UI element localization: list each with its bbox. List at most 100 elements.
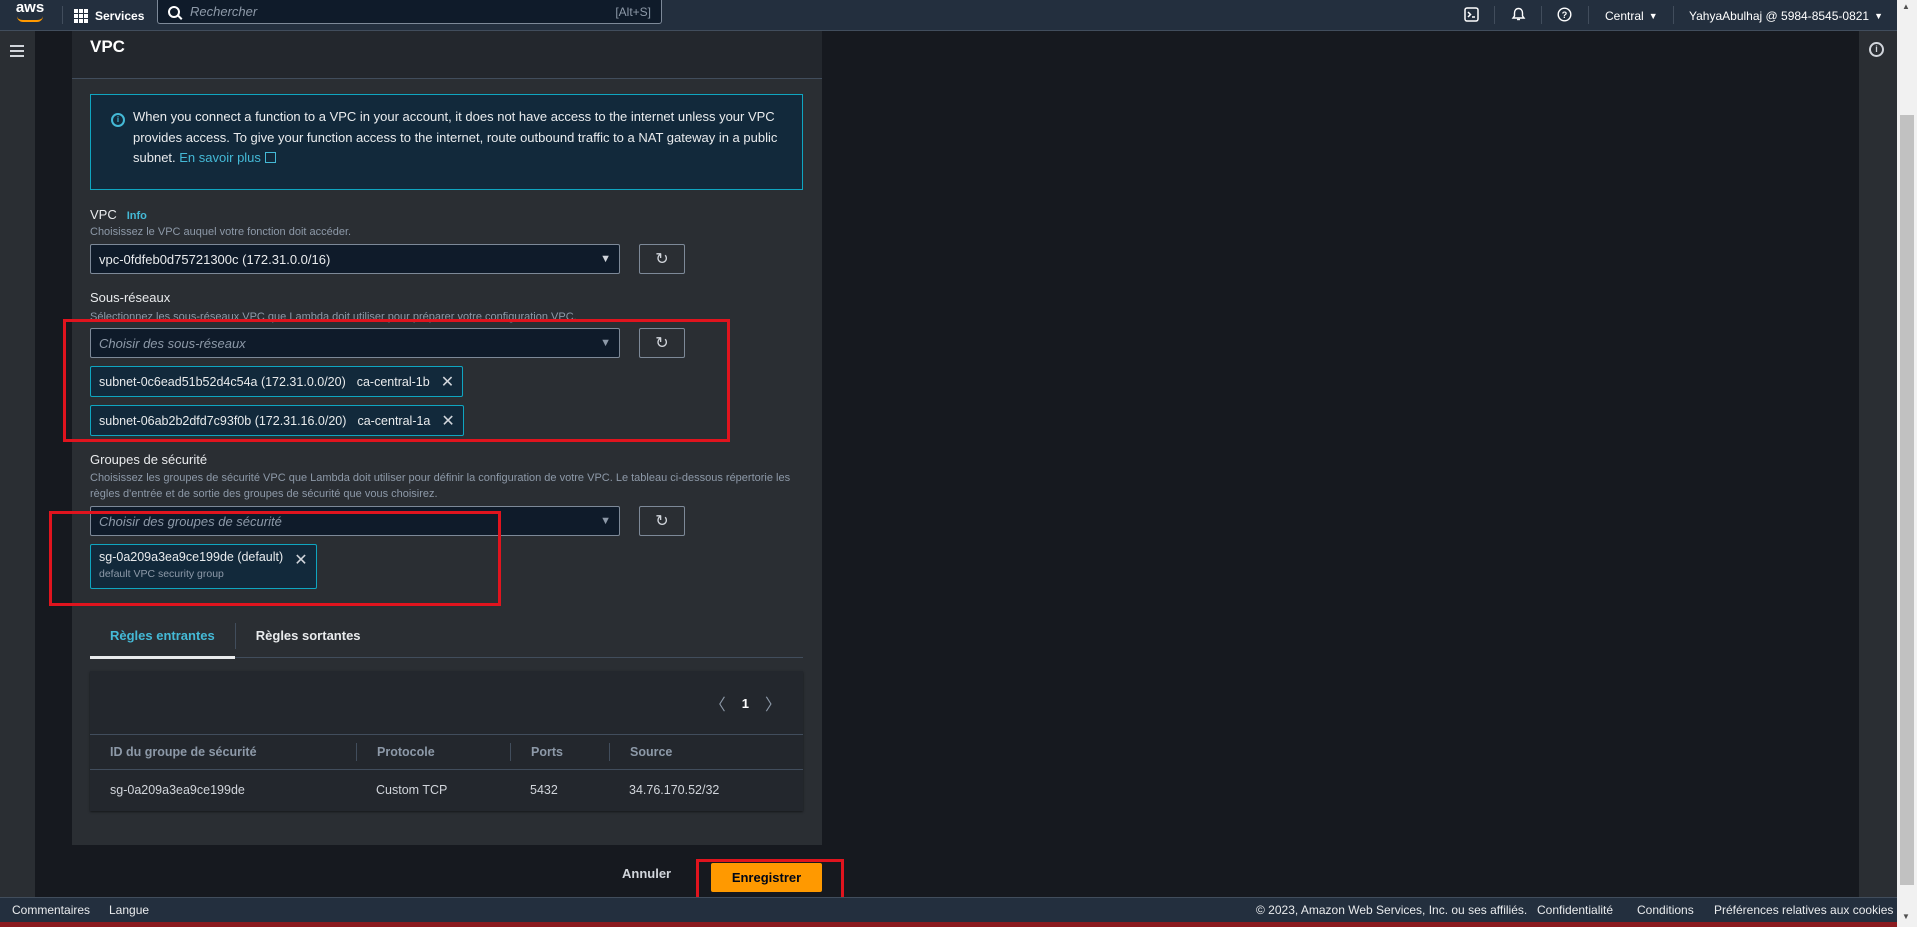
top-navigation-bar: aws Services [Alt+S] ? Central ▼ YahyaAbu… — [0, 0, 1897, 31]
bottom-strip — [0, 922, 1897, 927]
subnet-az: ca-central-1a — [357, 413, 431, 428]
vpc-label-text: VPC — [90, 207, 117, 222]
refresh-icon: ↻ — [655, 335, 669, 352]
region-selector[interactable]: Central ▼ — [1605, 0, 1658, 31]
info-link[interactable]: Info — [127, 210, 147, 222]
feedback-link[interactable]: Commentaires — [12, 903, 90, 917]
caret-down-icon: ▼ — [1874, 10, 1884, 21]
grid-icon — [74, 8, 88, 23]
security-groups-select[interactable]: Choisir des groupes de sécurité ▼ — [90, 506, 620, 536]
services-menu-button[interactable]: Services — [74, 0, 144, 31]
subnet-az: ca-central-1b — [356, 374, 430, 389]
left-navigation-rail — [0, 31, 35, 897]
cancel-button[interactable]: Annuler — [622, 866, 671, 881]
remove-token-icon[interactable]: ✕ — [294, 550, 307, 570]
subnet-id: subnet-0c6ead51b52d4c54a (172.31.0.0/20) — [99, 374, 346, 389]
table-cell: sg-0a209a3ea9ce199de — [110, 783, 245, 797]
divider — [1588, 6, 1589, 24]
subnets-field-description: Sélectionnez les sous-réseaux VPC que La… — [90, 311, 577, 323]
next-page-icon[interactable]: 〉 — [765, 691, 781, 715]
aws-smile-icon — [17, 16, 43, 22]
save-button[interactable]: Enregistrer — [711, 863, 822, 892]
learn-more-label: En savoir plus — [179, 150, 261, 165]
language-link[interactable]: Langue — [109, 903, 149, 917]
vpc-field-description: Choisissez le VPC auquel votre fonction … — [90, 226, 352, 238]
cookie-preferences-link[interactable]: Préférences relatives aux cookies — [1714, 903, 1893, 917]
account-label: YahyaAbulhaj @ 5984-8545-0821 — [1689, 8, 1870, 23]
subnets-placeholder: Choisir des sous-réseaux — [99, 335, 246, 351]
search-icon — [168, 5, 180, 18]
privacy-link[interactable]: Confidentialité — [1537, 903, 1613, 917]
info-icon: i — [111, 113, 125, 127]
caret-down-icon: ▼ — [600, 253, 611, 265]
tab-inbound-rules[interactable]: Règles entrantes — [90, 614, 235, 659]
column-header: Ports — [510, 743, 609, 761]
services-label: Services — [95, 8, 145, 23]
learn-more-link[interactable]: En savoir plus — [179, 150, 276, 165]
cloudshell-icon[interactable] — [1460, 3, 1482, 25]
divider — [1541, 6, 1542, 24]
caret-down-icon: ▼ — [600, 515, 611, 527]
table-cell: 34.76.170.52/32 — [629, 783, 720, 797]
divider — [1494, 6, 1495, 24]
page-number[interactable]: 1 — [742, 696, 749, 711]
footer: Commentaires Langue © 2023, Amazon Web S… — [0, 897, 1897, 922]
rules-table: 〈 1 〉 ID du groupe de sécurité Protocole… — [90, 671, 803, 811]
table-cell: Custom TCP — [376, 783, 448, 797]
search-shortcut: [Alt+S] — [615, 4, 651, 19]
subnets-refresh-button[interactable]: ↻ — [639, 328, 685, 358]
region-label: Central — [1605, 8, 1644, 23]
subnets-select[interactable]: Choisir des sous-réseaux ▼ — [90, 328, 620, 358]
table-row: sg-0a209a3ea9ce199de Custom TCP 5432 34.… — [90, 771, 803, 809]
security-groups-field-description: Choisissez les groupes de sécurité VPC q… — [90, 472, 791, 500]
column-header: Protocole — [356, 743, 510, 761]
search-bar[interactable]: [Alt+S] — [157, 0, 662, 24]
table-cell: 5432 — [530, 783, 558, 797]
hamburger-menu-icon[interactable] — [10, 45, 24, 57]
page-scrollbar[interactable]: ▲ ▼ — [1897, 0, 1917, 927]
panel-title: VPC — [90, 37, 125, 56]
divider — [1673, 6, 1674, 24]
copyright-text: © 2023, Amazon Web Services, Inc. ou ses… — [1256, 903, 1528, 917]
vpc-field-label: VPC Info — [90, 207, 147, 222]
search-input[interactable] — [190, 4, 616, 19]
scroll-up-icon[interactable]: ▲ — [1902, 2, 1910, 11]
table-header: ID du groupe de sécurité Protocole Ports… — [90, 734, 803, 770]
pagination: 〈 1 〉 — [710, 691, 781, 715]
aws-logo[interactable]: aws — [12, 0, 48, 28]
external-link-icon — [264, 152, 276, 163]
caret-down-icon: ▼ — [600, 337, 611, 349]
help-icon[interactable]: ? — [1553, 3, 1575, 25]
remove-token-icon[interactable]: ✕ — [441, 411, 454, 431]
scrollbar-thumb[interactable] — [1900, 115, 1914, 885]
info-panel-icon[interactable]: i — [1869, 42, 1884, 57]
vpc-select[interactable]: vpc-0fdfeb0d75721300c (172.31.0.0/16) ▼ — [90, 244, 620, 274]
account-menu[interactable]: YahyaAbulhaj @ 5984-8545-0821 ▼ — [1689, 0, 1883, 31]
svg-text:?: ? — [1561, 10, 1567, 20]
vpc-panel: VPC i When you connect a function to a V… — [72, 31, 822, 845]
tab-outbound-rules[interactable]: Règles sortantes — [236, 614, 381, 657]
column-header: ID du groupe de sécurité — [110, 745, 257, 759]
caret-down-icon: ▼ — [1648, 10, 1658, 21]
notifications-bell-icon[interactable] — [1507, 3, 1529, 25]
column-header: Source — [609, 743, 803, 761]
subnet-token: subnet-0c6ead51b52d4c54a (172.31.0.0/20)… — [90, 366, 464, 397]
security-group-token: sg-0a209a3ea9ce199de (default) default V… — [90, 544, 317, 589]
right-help-rail: i — [1859, 31, 1897, 897]
security-groups-field-label: Groupes de sécurité — [90, 452, 208, 467]
security-groups-placeholder: Choisir des groupes de sécurité — [99, 513, 282, 529]
rules-tabs: Règles entrantes Règles sortantes — [90, 614, 803, 659]
panel-header: VPC — [72, 31, 822, 79]
subnet-id: subnet-06ab2b2dfd7c93f0b (172.31.16.0/20… — [99, 413, 347, 428]
remove-token-icon[interactable]: ✕ — [441, 372, 454, 392]
vpc-refresh-button[interactable]: ↻ — [639, 244, 685, 274]
subnets-field-label: Sous-réseaux — [90, 290, 171, 305]
security-group-description: default VPC security group — [99, 568, 224, 580]
terms-link[interactable]: Conditions — [1637, 903, 1694, 917]
security-group-id: sg-0a209a3ea9ce199de (default) — [99, 550, 284, 564]
scroll-down-icon[interactable]: ▼ — [1902, 912, 1910, 921]
refresh-icon: ↻ — [655, 251, 669, 268]
security-groups-refresh-button[interactable]: ↻ — [639, 506, 685, 536]
subnet-token: subnet-06ab2b2dfd7c93f0b (172.31.16.0/20… — [90, 405, 464, 436]
previous-page-icon[interactable]: 〈 — [710, 691, 726, 715]
